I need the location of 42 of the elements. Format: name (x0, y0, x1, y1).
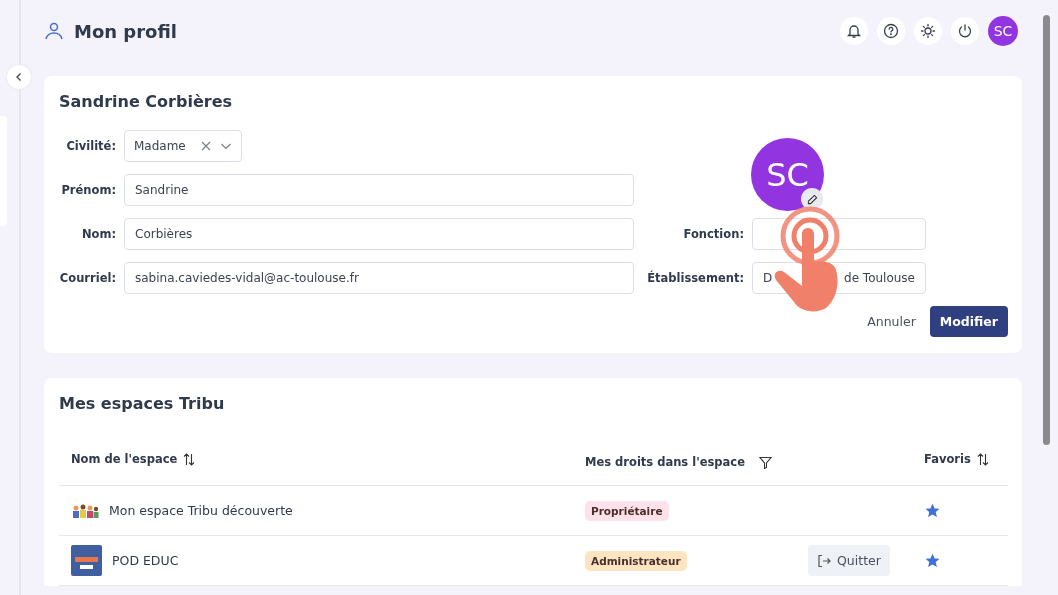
scrollbar[interactable] (1043, 15, 1050, 445)
field-value: de Toulouse (844, 271, 915, 285)
star-icon[interactable] (926, 554, 939, 567)
column-header: Nom de l'espace (71, 452, 178, 466)
text-field[interactable]: sabina.caviedes-vidal@ac-toulouse.fr (124, 262, 634, 294)
space-logo (71, 545, 102, 576)
sort-icon[interactable] (976, 452, 989, 466)
user-avatar[interactable]: SC (988, 16, 1018, 46)
chevron-left-icon (14, 72, 24, 82)
profile-avatar: SC (751, 138, 824, 211)
table-cell: Mon espace Tribu découverte (109, 503, 293, 518)
filter-icon[interactable] (758, 455, 772, 469)
column-header: Mes droits dans l'espace (585, 455, 745, 469)
exit-icon (817, 553, 831, 568)
text-field[interactable]: Corbières (124, 218, 634, 250)
clear-icon[interactable] (200, 140, 212, 152)
role-tag: Propriétaire (585, 500, 669, 521)
profile-name: Sandrine Corbières (59, 92, 234, 111)
role-tag: Administrateur (585, 550, 687, 571)
field-label: Fonction: (683, 227, 744, 241)
field-label: Prénom: (61, 183, 116, 197)
bell-icon[interactable] (840, 17, 868, 45)
user-icon (44, 21, 64, 41)
field-label: Courriel: (59, 271, 116, 285)
star-icon[interactable] (926, 504, 939, 517)
help-icon[interactable] (877, 17, 905, 45)
sort-icon[interactable] (183, 452, 196, 466)
title-select[interactable]: Madame (124, 130, 242, 162)
power-icon[interactable] (951, 17, 979, 45)
cancel-button[interactable]: Annuler (867, 308, 916, 335)
leave-button[interactable]: Quitter (808, 545, 890, 576)
page-title: Mon profil (74, 20, 177, 42)
field-label: Nom: (81, 227, 116, 241)
field-label: Civilité: (66, 139, 116, 153)
table-cell: POD EDUC (112, 553, 179, 568)
section-title: Mes espaces Tribu (59, 394, 226, 413)
text-field[interactable]: Sandrine (124, 174, 634, 206)
column-header: Favoris (924, 452, 971, 466)
field-value: D (763, 271, 773, 285)
sun-icon[interactable] (914, 17, 942, 45)
field-label: Établissement: (647, 271, 744, 285)
submit-button[interactable]: Modifier (929, 306, 1008, 337)
